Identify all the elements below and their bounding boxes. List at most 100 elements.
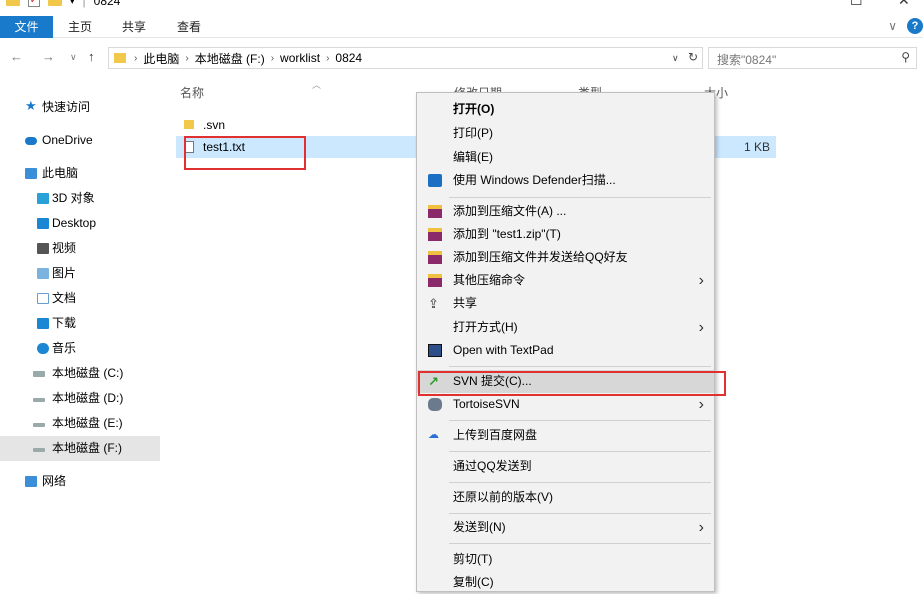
- textpad-icon: [428, 344, 442, 357]
- menu-separator: [449, 513, 711, 514]
- column-header-name[interactable]: 名称: [180, 84, 204, 101]
- search-input[interactable]: 搜索"0824": [717, 51, 776, 68]
- sidebar-item-network[interactable]: 网络: [0, 469, 160, 494]
- sidebar-item-label: 下载: [52, 316, 77, 330]
- breadcrumb-separator[interactable]: ›: [185, 53, 188, 64]
- maximize-button[interactable]: ☐: [850, 0, 863, 9]
- menu-item-baidu-upload[interactable]: ☁ 上传到百度网盘: [417, 424, 714, 447]
- sidebar-item-label: 图片: [52, 266, 77, 280]
- address-controls: ∨ ↻: [672, 50, 698, 64]
- folder-icon: [114, 53, 126, 63]
- file-size: 1 KB: [744, 140, 771, 154]
- address-bar[interactable]: › 此电脑 › 本地磁盘 (F:) › worklist › 0824 ∨ ↻: [108, 47, 703, 69]
- submenu-arrow-icon: ›: [698, 319, 704, 336]
- forward-icon[interactable]: →: [42, 49, 55, 64]
- sidebar-item-drive-f[interactable]: 本地磁盘 (F:): [0, 436, 160, 461]
- refresh-icon[interactable]: ↻: [688, 50, 698, 64]
- expand-ribbon-icon[interactable]: ∨: [888, 19, 897, 33]
- folder-icon: [184, 120, 194, 129]
- sidebar-item-drive-c[interactable]: 本地磁盘 (C:): [0, 361, 160, 386]
- sidebar-item-label: 本地磁盘 (C:): [52, 366, 124, 380]
- sidebar-item-desktop[interactable]: Desktop: [0, 211, 160, 236]
- menu-item-send-qq[interactable]: 通过QQ发送到: [417, 455, 714, 478]
- breadcrumb-worklist[interactable]: worklist: [280, 51, 320, 65]
- sidebar-item-music[interactable]: 音乐: [0, 336, 160, 361]
- recent-locations-icon[interactable]: ∨: [70, 52, 77, 63]
- menu-item-label: 使用 Windows Defender扫描...: [453, 173, 616, 187]
- properties-icon[interactable]: ✓: [28, 0, 40, 7]
- svn-commit-icon: ↗: [428, 374, 439, 389]
- sidebar-item-pictures[interactable]: 图片: [0, 261, 160, 286]
- menu-item-open-with[interactable]: 打开方式(H) ›: [417, 316, 714, 339]
- ribbon: 文件 主页 共享 查看 ∨ ?: [0, 16, 923, 38]
- menu-item-copy[interactable]: 复制(C): [417, 571, 714, 594]
- sidebar-item-label: 本地磁盘 (E:): [52, 416, 123, 430]
- menu-item-edit[interactable]: 编辑(E): [417, 146, 714, 169]
- menu-item-archive-send-qq[interactable]: 添加到压缩文件并发送给QQ好友: [417, 246, 714, 269]
- menu-item-send-to[interactable]: 发送到(N) ›: [417, 516, 714, 539]
- sidebar-item-label: OneDrive: [42, 133, 93, 147]
- sidebar-item-label: 文档: [52, 291, 77, 305]
- sidebar-item-video[interactable]: 视频: [0, 236, 160, 261]
- menu-item-open[interactable]: 打开(O): [417, 98, 714, 121]
- sidebar-item-downloads[interactable]: 下载: [0, 311, 160, 336]
- tab-home[interactable]: 主页: [68, 16, 92, 38]
- menu-item-label: 添加到压缩文件(A) ...: [453, 204, 567, 218]
- breadcrumb-separator[interactable]: ›: [271, 53, 274, 64]
- search-box[interactable]: 搜索"0824" ⚲: [708, 47, 917, 69]
- menu-item-defender-scan[interactable]: 使用 Windows Defender扫描...: [417, 169, 714, 192]
- breadcrumb-0824[interactable]: 0824: [335, 51, 362, 65]
- folder-icon[interactable]: [6, 0, 20, 6]
- menu-item-label: Open with TextPad: [453, 343, 554, 357]
- sidebar-item-onedrive[interactable]: OneDrive: [0, 128, 160, 153]
- sidebar-item-label: 3D 对象: [52, 191, 95, 205]
- menu-item-other-compress[interactable]: 其他压缩命令 ›: [417, 269, 714, 292]
- menu-item-label: 添加到压缩文件并发送给QQ好友: [453, 250, 628, 264]
- menu-item-print[interactable]: 打印(P): [417, 122, 714, 145]
- sidebar-item-label: 视频: [52, 241, 77, 255]
- tab-share[interactable]: 共享: [122, 16, 146, 38]
- menu-item-open-textpad[interactable]: Open with TextPad: [417, 339, 714, 362]
- archive-icon: [428, 251, 442, 264]
- quick-access-toolbar: ✓ ▾ | 0824: [0, 0, 120, 8]
- menu-item-share[interactable]: ⇪ 共享: [417, 292, 714, 315]
- customize-dropdown-icon[interactable]: ▾: [70, 0, 75, 7]
- computer-icon: [25, 168, 37, 179]
- new-folder-icon[interactable]: [48, 0, 62, 6]
- sidebar-item-drive-e[interactable]: 本地磁盘 (E:): [0, 411, 160, 436]
- archive-icon: [428, 274, 442, 287]
- menu-item-cut[interactable]: 剪切(T): [417, 548, 714, 571]
- sidebar-item-3d-objects[interactable]: 3D 对象: [0, 186, 160, 211]
- sidebar-item-this-pc[interactable]: 此电脑: [0, 161, 160, 186]
- breadcrumb-separator[interactable]: ›: [326, 53, 329, 64]
- menu-item-label: 通过QQ发送到: [453, 459, 532, 473]
- file-name: .svn: [203, 118, 226, 132]
- help-icon[interactable]: ?: [907, 18, 923, 34]
- sidebar-item-quick-access[interactable]: ★ 快速访问: [0, 95, 160, 120]
- drive-icon: [33, 423, 45, 427]
- menu-item-restore-previous[interactable]: 还原以前的版本(V): [417, 486, 714, 509]
- submenu-arrow-icon: ›: [698, 272, 704, 289]
- window-title: 0824: [93, 0, 121, 8]
- file-name: test1.txt: [203, 140, 246, 154]
- menu-item-svn-commit[interactable]: ↗ SVN 提交(C)...: [417, 370, 714, 393]
- search-icon[interactable]: ⚲: [901, 50, 910, 64]
- tab-file[interactable]: 文件: [0, 16, 53, 38]
- desktop-icon: [37, 218, 49, 229]
- breadcrumb-separator[interactable]: ›: [134, 53, 137, 64]
- menu-item-tortoisesvn[interactable]: TortoiseSVN ›: [417, 393, 714, 416]
- breadcrumb-drive-f[interactable]: 本地磁盘 (F:): [195, 50, 265, 67]
- sidebar-item-documents[interactable]: 文档: [0, 286, 160, 311]
- close-button[interactable]: ✕: [898, 0, 910, 9]
- breadcrumb-this-pc[interactable]: 此电脑: [143, 50, 179, 67]
- archive-icon: [428, 205, 442, 218]
- star-icon: ★: [25, 98, 37, 113]
- sidebar-item-drive-d[interactable]: 本地磁盘 (D:): [0, 386, 160, 411]
- menu-item-add-zip[interactable]: 添加到 "test1.zip"(T): [417, 223, 714, 246]
- tab-view[interactable]: 查看: [177, 16, 201, 38]
- back-icon[interactable]: ←: [10, 49, 23, 64]
- menu-item-add-archive[interactable]: 添加到压缩文件(A) ...: [417, 200, 714, 223]
- up-icon[interactable]: ↑: [88, 49, 95, 64]
- video-icon: [37, 243, 49, 254]
- address-dropdown-icon[interactable]: ∨: [672, 53, 679, 63]
